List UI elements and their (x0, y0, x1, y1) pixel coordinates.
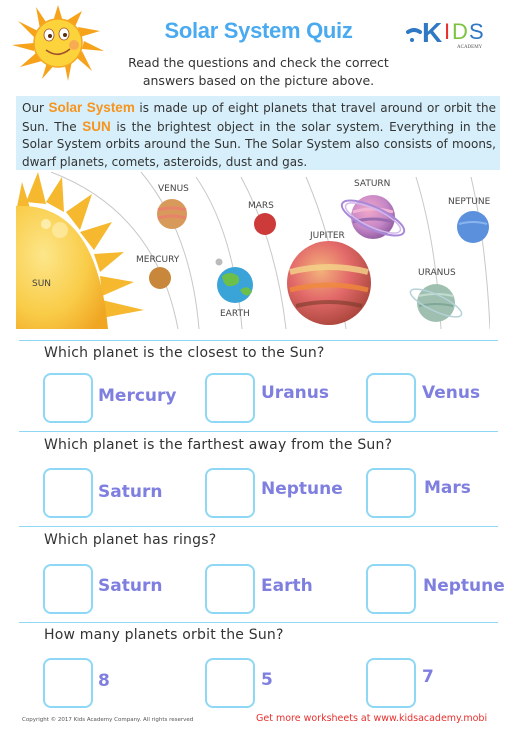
checkbox[interactable] (205, 468, 255, 518)
question-3: Which planet has rings? (44, 532, 217, 548)
question-1: Which planet is the closest to the Sun? (44, 345, 325, 361)
info-paragraph: Our Solar System is made up of eight pla… (16, 96, 500, 170)
checkbox[interactable] (205, 564, 255, 614)
checkbox[interactable] (366, 373, 416, 423)
checkbox[interactable] (366, 658, 416, 708)
label-jupiter: JUPITER (309, 231, 345, 241)
promo-link[interactable]: Get more worksheets at www.kidsacademy.m… (256, 713, 487, 724)
copyright: Copyright © 2017 Kids Academy Company. A… (22, 717, 194, 723)
svg-text:ACADEMY: ACADEMY (457, 45, 483, 50)
q3-option-1[interactable] (43, 564, 93, 614)
q2-option-3-label: Mars (424, 478, 471, 498)
checkbox[interactable] (43, 658, 93, 708)
moon-icon (215, 258, 223, 266)
q1-option-3[interactable] (366, 373, 416, 423)
q2-option-3[interactable] (366, 468, 416, 518)
mercury-planet-icon (149, 267, 171, 289)
checkbox[interactable] (43, 564, 93, 614)
checkbox[interactable] (43, 468, 93, 518)
q3-option-2-label: Earth (261, 576, 313, 596)
q2-option-1[interactable] (43, 468, 93, 518)
q4-option-2-label: 5 (261, 670, 273, 690)
uranus-planet-icon (409, 284, 463, 322)
label-mercury: MERCURY (136, 255, 180, 265)
q3-option-3[interactable] (366, 564, 416, 614)
venus-planet-icon (157, 199, 187, 229)
mars-planet-icon (254, 213, 276, 235)
instructions-line-2: answers based on the picture above. (142, 73, 375, 88)
q4-option-2[interactable] (205, 658, 255, 708)
divider (19, 340, 498, 341)
label-earth: EARTH (220, 309, 250, 319)
svg-text:D: D (452, 19, 468, 44)
q4-option-3-label: 7 (422, 667, 434, 687)
q2-option-2-label: Neptune (261, 479, 343, 499)
label-mars: MARS (248, 201, 274, 211)
highlight-sun: SUN (82, 118, 111, 134)
q3-option-3-label: Neptune (423, 576, 505, 596)
svg-text:K: K (422, 17, 442, 48)
earth-planet-icon (217, 267, 253, 303)
orbit-venus (140, 172, 200, 329)
checkbox[interactable] (366, 564, 416, 614)
divider (19, 622, 498, 623)
label-sun: SUN (32, 279, 51, 289)
q4-option-1[interactable] (43, 658, 93, 708)
neptune-planet-icon (457, 211, 489, 243)
label-uranus: URANUS (418, 268, 456, 278)
q1-option-2[interactable] (205, 373, 255, 423)
question-4: How many planets orbit the Sun? (44, 627, 284, 643)
label-venus: VENUS (158, 184, 189, 194)
sun-planet-icon (16, 172, 144, 329)
highlight-solar-system: Solar System (48, 100, 135, 115)
checkbox[interactable] (205, 658, 255, 708)
q4-option-1-label: 8 (98, 671, 110, 691)
q1-option-1-label: Mercury (98, 386, 177, 406)
q2-option-1-label: Saturn (98, 482, 163, 502)
checkbox[interactable] (366, 468, 416, 518)
jupiter-planet-icon (287, 241, 371, 325)
q1-option-3-label: Venus (422, 383, 481, 403)
q4-option-3[interactable] (366, 658, 416, 708)
q1-option-2-label: Uranus (261, 383, 329, 403)
q3-option-1-label: Saturn (98, 576, 163, 596)
question-2: Which planet is the farthest away from t… (44, 437, 393, 453)
divider (19, 431, 498, 432)
label-saturn: SATURN (354, 179, 390, 189)
orbit-earth (195, 176, 243, 329)
saturn-planet-icon (340, 195, 406, 239)
divider (19, 526, 498, 527)
checkbox[interactable] (43, 373, 93, 423)
instructions: Read the questions and check the correct… (0, 54, 517, 90)
q2-option-2[interactable] (205, 468, 255, 518)
q1-option-1[interactable] (43, 373, 93, 423)
label-neptune: NEPTUNE (448, 197, 490, 207)
instructions-line-1: Read the questions and check the correct (128, 55, 389, 70)
solar-system-illustration: SUN MERCURY VENUS EARTH MARS JUPITER SAT… (16, 172, 490, 329)
svg-text:I: I (444, 19, 450, 44)
kids-academy-logo: K I D S ACADEMY (406, 12, 496, 54)
checkbox[interactable] (205, 373, 255, 423)
svg-text:S: S (469, 19, 484, 44)
orbit-mars (240, 176, 287, 329)
q3-option-2[interactable] (205, 564, 255, 614)
